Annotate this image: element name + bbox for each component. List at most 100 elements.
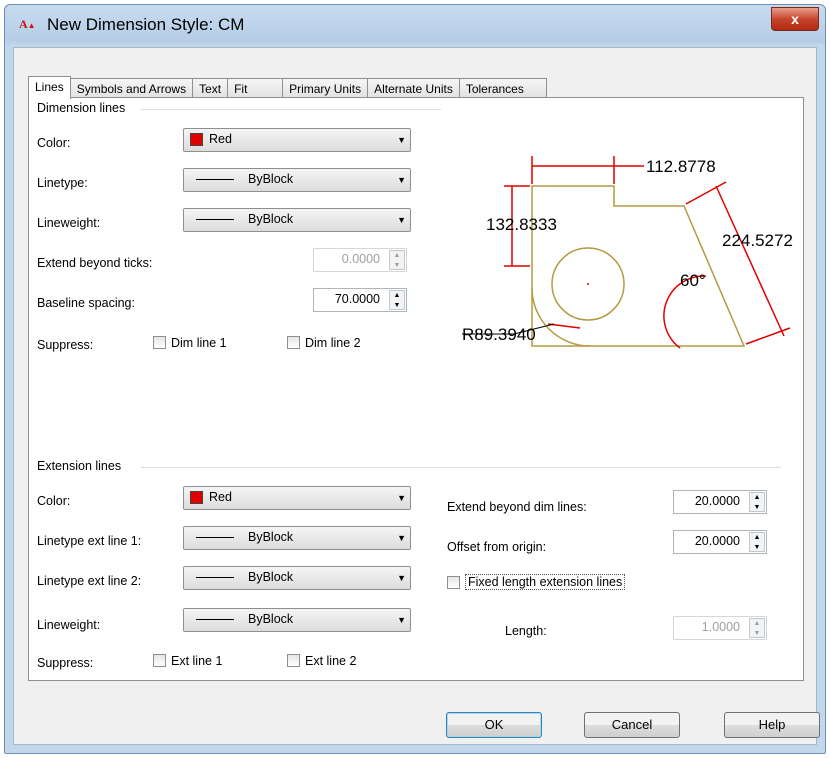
length-spinner[interactable]: 1.0000 ▲ ▼ [673, 616, 767, 640]
tab-fit[interactable]: Fit [227, 78, 284, 98]
preview-part-arc [531, 287, 591, 347]
dim-line2-checkbox[interactable] [287, 336, 300, 349]
preview-part-outline [531, 185, 746, 347]
dropdown-arrow-icon: ▼ [397, 215, 406, 225]
ok-button[interactable]: OK [446, 712, 542, 738]
cancel-button[interactable]: Cancel [584, 712, 680, 738]
extension-lines-separator [141, 467, 781, 468]
preview-dim-radius: R89.3940 [462, 325, 536, 344]
dim-color-label: Color: [37, 136, 71, 150]
extend-beyond-dim-lines-value: 20.0000 [694, 494, 740, 508]
ext-line2-label[interactable]: Ext line 2 [305, 654, 356, 668]
linetype-ext1-value: ByBlock [248, 530, 294, 544]
dimension-lines-group-label: Dimension lines [37, 101, 126, 115]
baseline-spacing-label: Baseline spacing: [37, 296, 135, 310]
spinner-arrows-icon[interactable]: ▲ ▼ [749, 492, 765, 512]
length-label: Length: [505, 624, 547, 638]
preview-right-dimline [715, 185, 785, 337]
offset-from-origin-label: Offset from origin: [447, 540, 547, 554]
spinner-arrows-icon[interactable]: ▲ ▼ [749, 532, 765, 552]
window-title: New Dimension Style: CM [47, 15, 245, 34]
tab-alternate-units[interactable]: Alternate Units [367, 78, 460, 98]
ext-line1-checkbox[interactable] [153, 654, 166, 667]
close-button[interactable]: x [771, 7, 819, 31]
dropdown-arrow-icon: ▼ [397, 493, 406, 503]
dropdown-arrow-icon: ▼ [397, 533, 406, 543]
dim-color-select[interactable]: Red ▼ [183, 128, 411, 152]
dim-suppress-label: Suppress: [37, 338, 94, 352]
spinner-arrows-icon[interactable]: ▲ ▼ [389, 290, 405, 310]
dropdown-arrow-icon: ▼ [397, 135, 406, 145]
dialog-window: A▲ New Dimension Style: CM x Lines Symbo… [4, 4, 826, 754]
spinner-arrows-icon[interactable]: ▲ ▼ [749, 618, 765, 638]
preview-center-point [587, 283, 589, 285]
dropdown-arrow-icon: ▼ [397, 573, 406, 583]
dim-linetype-select[interactable]: ByBlock ▼ [183, 168, 411, 192]
preview-right-ext1 [685, 181, 727, 205]
title-bar: A▲ New Dimension Style: CM x [5, 5, 825, 43]
dim-line1-checkbox[interactable] [153, 336, 166, 349]
linetype-ext1-select[interactable]: ByBlock ▼ [183, 526, 411, 550]
ext-line2-checkbox[interactable] [287, 654, 300, 667]
linetype-ext2-label: Linetype ext line 2: [37, 574, 142, 588]
ext-line1-label[interactable]: Ext line 1 [171, 654, 222, 668]
tab-lines[interactable]: Lines [28, 76, 71, 99]
dialog-client: Lines Symbols and Arrows Text Fit Primar… [13, 47, 820, 745]
ext-color-label: Color: [37, 494, 71, 508]
help-button[interactable]: Help [724, 712, 820, 738]
line-sample-icon [196, 178, 234, 180]
tab-tolerances[interactable]: Tolerances [458, 78, 547, 98]
extend-beyond-ticks-spinner[interactable]: 0.0000 ▲ ▼ [313, 248, 407, 272]
dimension-lines-separator [141, 109, 441, 110]
tab-symbols-and-arrows[interactable]: Symbols and Arrows [69, 78, 194, 98]
linetype-ext1-label: Linetype ext line 1: [37, 534, 142, 548]
line-sample-icon [196, 536, 234, 538]
ext-suppress-label: Suppress: [37, 656, 94, 670]
preview-dim-left: 132.8333 [486, 215, 557, 234]
tab-text[interactable]: Text [192, 78, 229, 98]
autocad-app-icon: A▲ [19, 17, 36, 31]
line-sample-icon [196, 218, 234, 220]
linetype-ext2-select[interactable]: ByBlock ▼ [183, 566, 411, 590]
ext-lineweight-value: ByBlock [248, 612, 294, 626]
fixed-length-label[interactable]: Fixed length extension lines [465, 574, 626, 590]
offset-from-origin-value: 20.0000 [694, 534, 740, 548]
dimension-preview: 112.8778 132.8333 224.5272 60° R89.3940 [462, 156, 793, 349]
extend-beyond-ticks-label: Extend beyond ticks: [37, 256, 153, 270]
dropdown-arrow-icon: ▼ [397, 615, 406, 625]
extend-beyond-dim-lines-label: Extend beyond dim lines: [447, 500, 587, 514]
preview-dim-angle: 60° [680, 271, 706, 290]
linetype-ext2-value: ByBlock [248, 570, 294, 584]
dim-linetype-label: Linetype: [37, 176, 88, 190]
dim-color-value: Red [209, 132, 232, 146]
dim-line2-label[interactable]: Dim line 2 [305, 336, 361, 350]
line-sample-icon [196, 618, 234, 620]
extend-beyond-ticks-value: 0.0000 [341, 252, 380, 266]
dropdown-arrow-icon: ▼ [397, 175, 406, 185]
offset-from-origin-spinner[interactable]: 20.0000 ▲ ▼ [673, 530, 767, 554]
ext-lineweight-label: Lineweight: [37, 618, 101, 632]
close-icon: x [791, 11, 799, 27]
ext-color-value: Red [209, 490, 232, 504]
extend-beyond-dim-lines-spinner[interactable]: 20.0000 ▲ ▼ [673, 490, 767, 514]
fixed-length-checkbox[interactable] [447, 576, 460, 589]
red-swatch-icon [190, 490, 203, 504]
preview-dim-top: 112.8778 [646, 157, 716, 176]
tab-strip: Lines Symbols and Arrows Text Fit Primar… [28, 76, 547, 99]
preview-dim-right: 224.5272 [722, 231, 793, 250]
baseline-spacing-value: 70.0000 [334, 292, 380, 306]
ext-color-select[interactable]: Red ▼ [183, 486, 411, 510]
spinner-arrows-icon[interactable]: ▲ ▼ [389, 250, 405, 270]
dim-lineweight-value: ByBlock [248, 212, 294, 226]
baseline-spacing-spinner[interactable]: 70.0000 ▲ ▼ [313, 288, 407, 312]
dim-lineweight-select[interactable]: ByBlock ▼ [183, 208, 411, 232]
red-swatch-icon [190, 132, 203, 146]
extension-lines-group-label: Extension lines [37, 459, 122, 473]
ext-lineweight-select[interactable]: ByBlock ▼ [183, 608, 411, 632]
dim-linetype-value: ByBlock [248, 172, 294, 186]
tab-primary-units[interactable]: Primary Units [282, 78, 369, 98]
line-sample-icon [196, 576, 234, 578]
dim-lineweight-label: Lineweight: [37, 216, 101, 230]
dim-line1-label[interactable]: Dim line 1 [171, 336, 227, 350]
length-value: 1.0000 [701, 620, 740, 634]
